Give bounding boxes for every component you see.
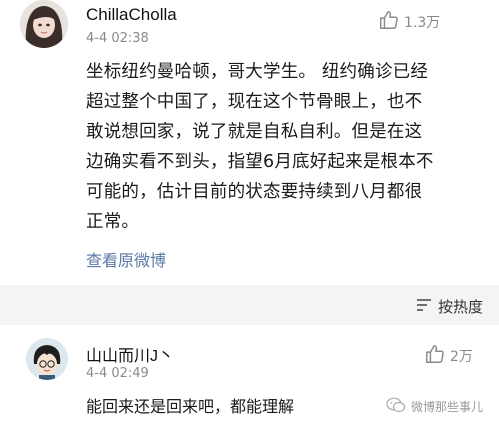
post-content: 坐标纽约曼哈顿，哥大学生。 纽约确诊已经 超过整个中国了，现在这个节骨眼上，也不…	[86, 57, 478, 237]
post-like-button[interactable]: 1.3万	[378, 9, 440, 35]
commenter-name[interactable]: 山山而川J丶	[86, 342, 174, 366]
comment-text: 能回来还是回来吧，都能理解	[86, 397, 295, 416]
comment-like-button[interactable]: 2万	[424, 343, 473, 369]
view-original-link[interactable]: 查看原微博	[86, 247, 166, 271]
post-timestamp: 4-4 02:38	[86, 31, 149, 46]
comment-like-count: 2万	[450, 349, 473, 365]
post-like-count: 1.3万	[404, 15, 441, 31]
sort-icon	[416, 298, 432, 316]
post-content-line: 敢说想回家，说了就是自私自利。但是在这	[86, 122, 423, 142]
author-avatar[interactable]	[20, 0, 68, 48]
post-content-line: 可能的，估计目前的状态要持续到八月都很	[86, 182, 423, 202]
post-content-line: 正常。	[86, 212, 140, 232]
post-author-name[interactable]: ChillaCholla	[86, 5, 177, 25]
post-content-line: 边确实看不到头，指望6月底好起来是根本不	[86, 152, 434, 172]
post-content-line: 超过整个中国了，现在这个节骨眼上，也不	[86, 92, 423, 112]
thumbs-up-icon	[378, 9, 400, 35]
watermark-text: 微博那些事儿	[410, 400, 483, 414]
comment-timestamp: 4-4 02:49	[86, 366, 149, 381]
wechat-logo-icon	[386, 397, 406, 416]
thumbs-up-icon	[424, 343, 446, 369]
post-content-line: 坐标纽约曼哈顿，哥大学生。 纽约确诊已经	[86, 62, 429, 82]
sort-by-hot-button[interactable]: 按热度	[416, 296, 483, 317]
watermark: 微博那些事儿	[386, 397, 483, 416]
sort-label: 按热度	[437, 298, 483, 316]
commenter-avatar[interactable]	[26, 338, 68, 380]
